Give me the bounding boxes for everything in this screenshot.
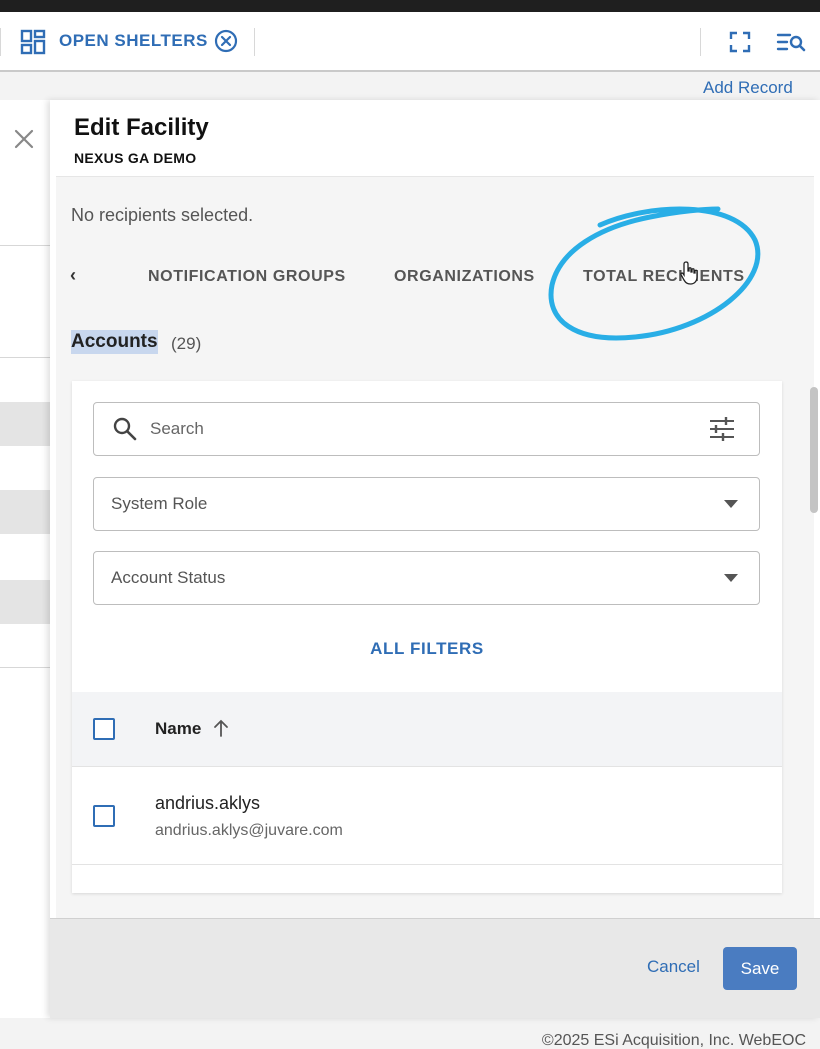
account-email: andrius.aklys@juvare.com — [155, 822, 343, 839]
select-all-checkbox[interactable] — [93, 718, 115, 740]
copyright-text: ©2025 ESi Acquisition, Inc. WebEOC — [541, 1032, 806, 1049]
save-button[interactable]: Save — [723, 947, 797, 990]
edit-facility-drawer: Edit Facility NEXUS GA DEMO No recipient… — [50, 100, 820, 1018]
board-title[interactable]: OPEN SHELTERS — [59, 31, 208, 51]
drawer-footer: Cancel Save — [50, 918, 820, 1018]
row-checkbox[interactable] — [93, 805, 115, 827]
accounts-card: System Role Account Status ALL FILTERS N… — [72, 381, 782, 893]
system-role-label: System Role — [111, 494, 208, 513]
background-row — [0, 490, 50, 534]
drawer-subtitle: NEXUS GA DEMO — [74, 150, 197, 166]
all-filters-button[interactable]: ALL FILTERS — [72, 639, 782, 659]
background-divider — [0, 357, 50, 358]
column-header-name[interactable]: Name — [155, 719, 201, 739]
tab-organizations[interactable]: ORGANIZATIONS — [394, 268, 535, 286]
search-field[interactable] — [93, 402, 760, 456]
scrollbar[interactable] — [810, 387, 818, 513]
tab-notification-groups[interactable]: NOTIFICATION GROUPS — [148, 268, 346, 286]
header-divider — [700, 28, 701, 56]
background-row — [0, 402, 50, 446]
tab-total-recipients[interactable]: TOTAL RECIPIENTS — [583, 268, 745, 286]
cancel-button[interactable]: Cancel — [647, 957, 700, 977]
system-role-select[interactable]: System Role — [93, 477, 760, 531]
search-icon — [113, 417, 137, 441]
tune-icon[interactable] — [708, 416, 736, 442]
search-input[interactable] — [150, 403, 690, 455]
add-record-link[interactable]: Add Record — [703, 78, 793, 98]
drawer-body: No recipients selected. ‹ NOTIFICATION G… — [56, 176, 818, 918]
header-divider — [0, 28, 1, 56]
fullscreen-icon[interactable] — [728, 30, 752, 54]
table-header: Name — [72, 692, 782, 767]
background-divider — [0, 245, 50, 246]
account-status-select[interactable]: Account Status — [93, 551, 760, 605]
tabs-previous-chevron-icon[interactable]: ‹ — [70, 265, 76, 286]
drawer-title: Edit Facility — [74, 114, 209, 141]
caret-down-icon — [724, 574, 738, 582]
sort-ascending-icon[interactable] — [212, 718, 230, 738]
close-icon[interactable] — [13, 128, 35, 150]
hand-cursor-icon — [680, 261, 698, 285]
background-panel — [0, 100, 52, 1018]
close-board-icon[interactable] — [214, 29, 238, 53]
board-header: OPEN SHELTERS — [0, 12, 820, 72]
recipients-status: No recipients selected. — [71, 205, 254, 225]
accounts-count: (29) — [171, 334, 202, 353]
background-divider — [0, 667, 50, 668]
header-divider — [254, 28, 255, 56]
table-row[interactable]: andrius.aklys andrius.aklys@juvare.com — [72, 767, 782, 865]
accounts-heading: Accounts — [71, 330, 158, 354]
filter-search-icon[interactable] — [776, 30, 806, 54]
window-top-bar — [0, 0, 820, 12]
background-row — [0, 580, 50, 624]
account-status-label: Account Status — [111, 568, 226, 587]
caret-down-icon — [724, 500, 738, 508]
account-name: andrius.aklys — [155, 793, 261, 813]
dashboard-icon[interactable] — [20, 29, 46, 55]
